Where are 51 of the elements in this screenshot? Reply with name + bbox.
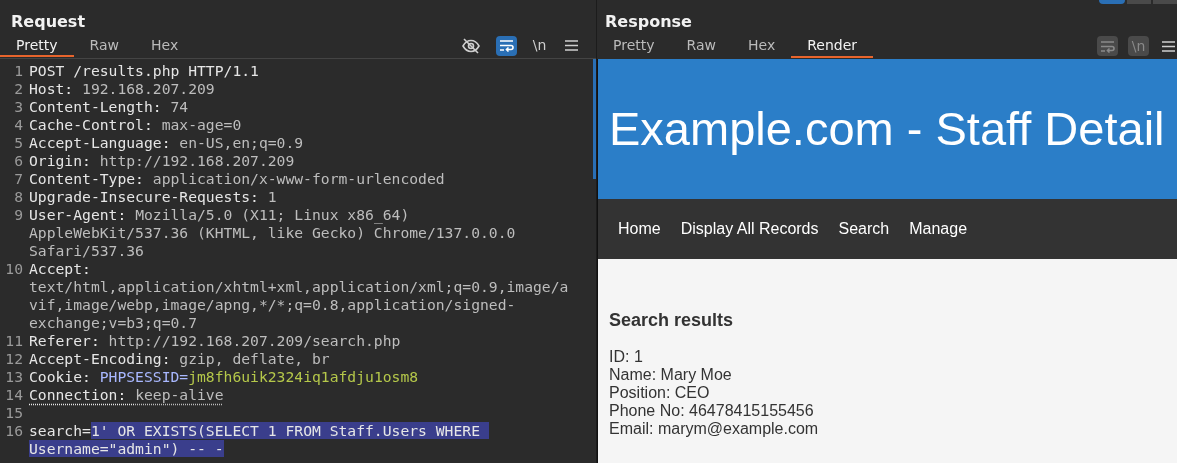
tab[interactable]: Hex bbox=[732, 34, 792, 58]
tab[interactable]: Raw bbox=[73, 34, 135, 57]
line-number: 4 bbox=[14, 116, 23, 134]
line-number: 2 bbox=[14, 80, 23, 98]
record-field: Position: CEO bbox=[609, 384, 710, 402]
code-line: Host: 192.168.207.209 bbox=[29, 80, 216, 98]
line-number: 16 bbox=[5, 422, 23, 440]
nav-link[interactable]: Manage bbox=[899, 217, 978, 241]
code-line: Cookie: PHPSESSID=jm8fh6uik2324iq1afdju1osm8 bbox=[29, 368, 420, 386]
tab[interactable]: Hex bbox=[135, 34, 195, 57]
line-number: 11 bbox=[5, 332, 23, 350]
code-line: Cache-Control: max-age=0 bbox=[29, 116, 243, 134]
line-number: 13 bbox=[5, 368, 23, 386]
wrap-lines-icon[interactable] bbox=[496, 35, 517, 56]
newline-toggle[interactable]: \n bbox=[529, 35, 550, 56]
site-title: Example.com - Staff Detail bbox=[609, 102, 1165, 156]
line-number: 5 bbox=[14, 134, 23, 152]
code-line: Content-Length: 74 bbox=[29, 98, 190, 116]
record-field: ID: 1 bbox=[609, 348, 643, 366]
record-field: Name: Mary Moe bbox=[609, 366, 732, 384]
code-line: Connection: keep-alive bbox=[29, 386, 225, 404]
line-number: 6 bbox=[14, 152, 23, 170]
line-number: 10 bbox=[5, 260, 23, 278]
record-field: Phone No: 46478415155456 bbox=[609, 402, 814, 420]
code-line: Origin: http://192.168.207.209 bbox=[29, 152, 296, 170]
code-line: POST /results.php HTTP/1.1 bbox=[29, 62, 260, 80]
code-line: Content-Type: application/x-www-form-urlencoded bbox=[29, 170, 446, 188]
tab[interactable]: Pretty bbox=[0, 34, 74, 57]
panel-title: Response bbox=[605, 11, 692, 33]
line-number: 12 bbox=[5, 350, 23, 368]
nav-link[interactable]: Search bbox=[828, 217, 900, 241]
line-number: 9 bbox=[14, 206, 23, 224]
tab[interactable]: Raw bbox=[670, 34, 732, 58]
line-number: 3 bbox=[14, 98, 23, 116]
code-line: Referer: http://192.168.207.209/search.php bbox=[29, 332, 402, 350]
nav-link[interactable]: Home bbox=[608, 217, 671, 241]
tab[interactable]: Render bbox=[791, 34, 873, 58]
line-number: 7 bbox=[14, 170, 23, 188]
record-field: Email: marym@example.com bbox=[609, 420, 819, 438]
panel-title: Request bbox=[11, 11, 86, 33]
line-number: 1 bbox=[14, 62, 23, 80]
code-line: Accept-Language: en-US,en;q=0.9 bbox=[29, 134, 305, 152]
tab[interactable]: Pretty bbox=[597, 34, 671, 58]
code-line: Accept-Encoding: gzip, deflate, br bbox=[29, 350, 331, 368]
line-number: 8 bbox=[14, 188, 23, 206]
line-number: 15 bbox=[5, 404, 23, 422]
code-line: User-Agent: Mozilla/5.0 (X11; Linux x86_64) AppleWebKit/537.36 (KHTML, like Gecko) Chrome/137.0.0.0 Safari/537.36 bbox=[29, 206, 517, 260]
code-line: Upgrade-Insecure-Requests: 1 bbox=[29, 188, 278, 206]
results-heading: Search results bbox=[609, 309, 735, 331]
nav-link[interactable]: Display All Records bbox=[670, 217, 829, 241]
line-number: 14 bbox=[5, 386, 23, 404]
